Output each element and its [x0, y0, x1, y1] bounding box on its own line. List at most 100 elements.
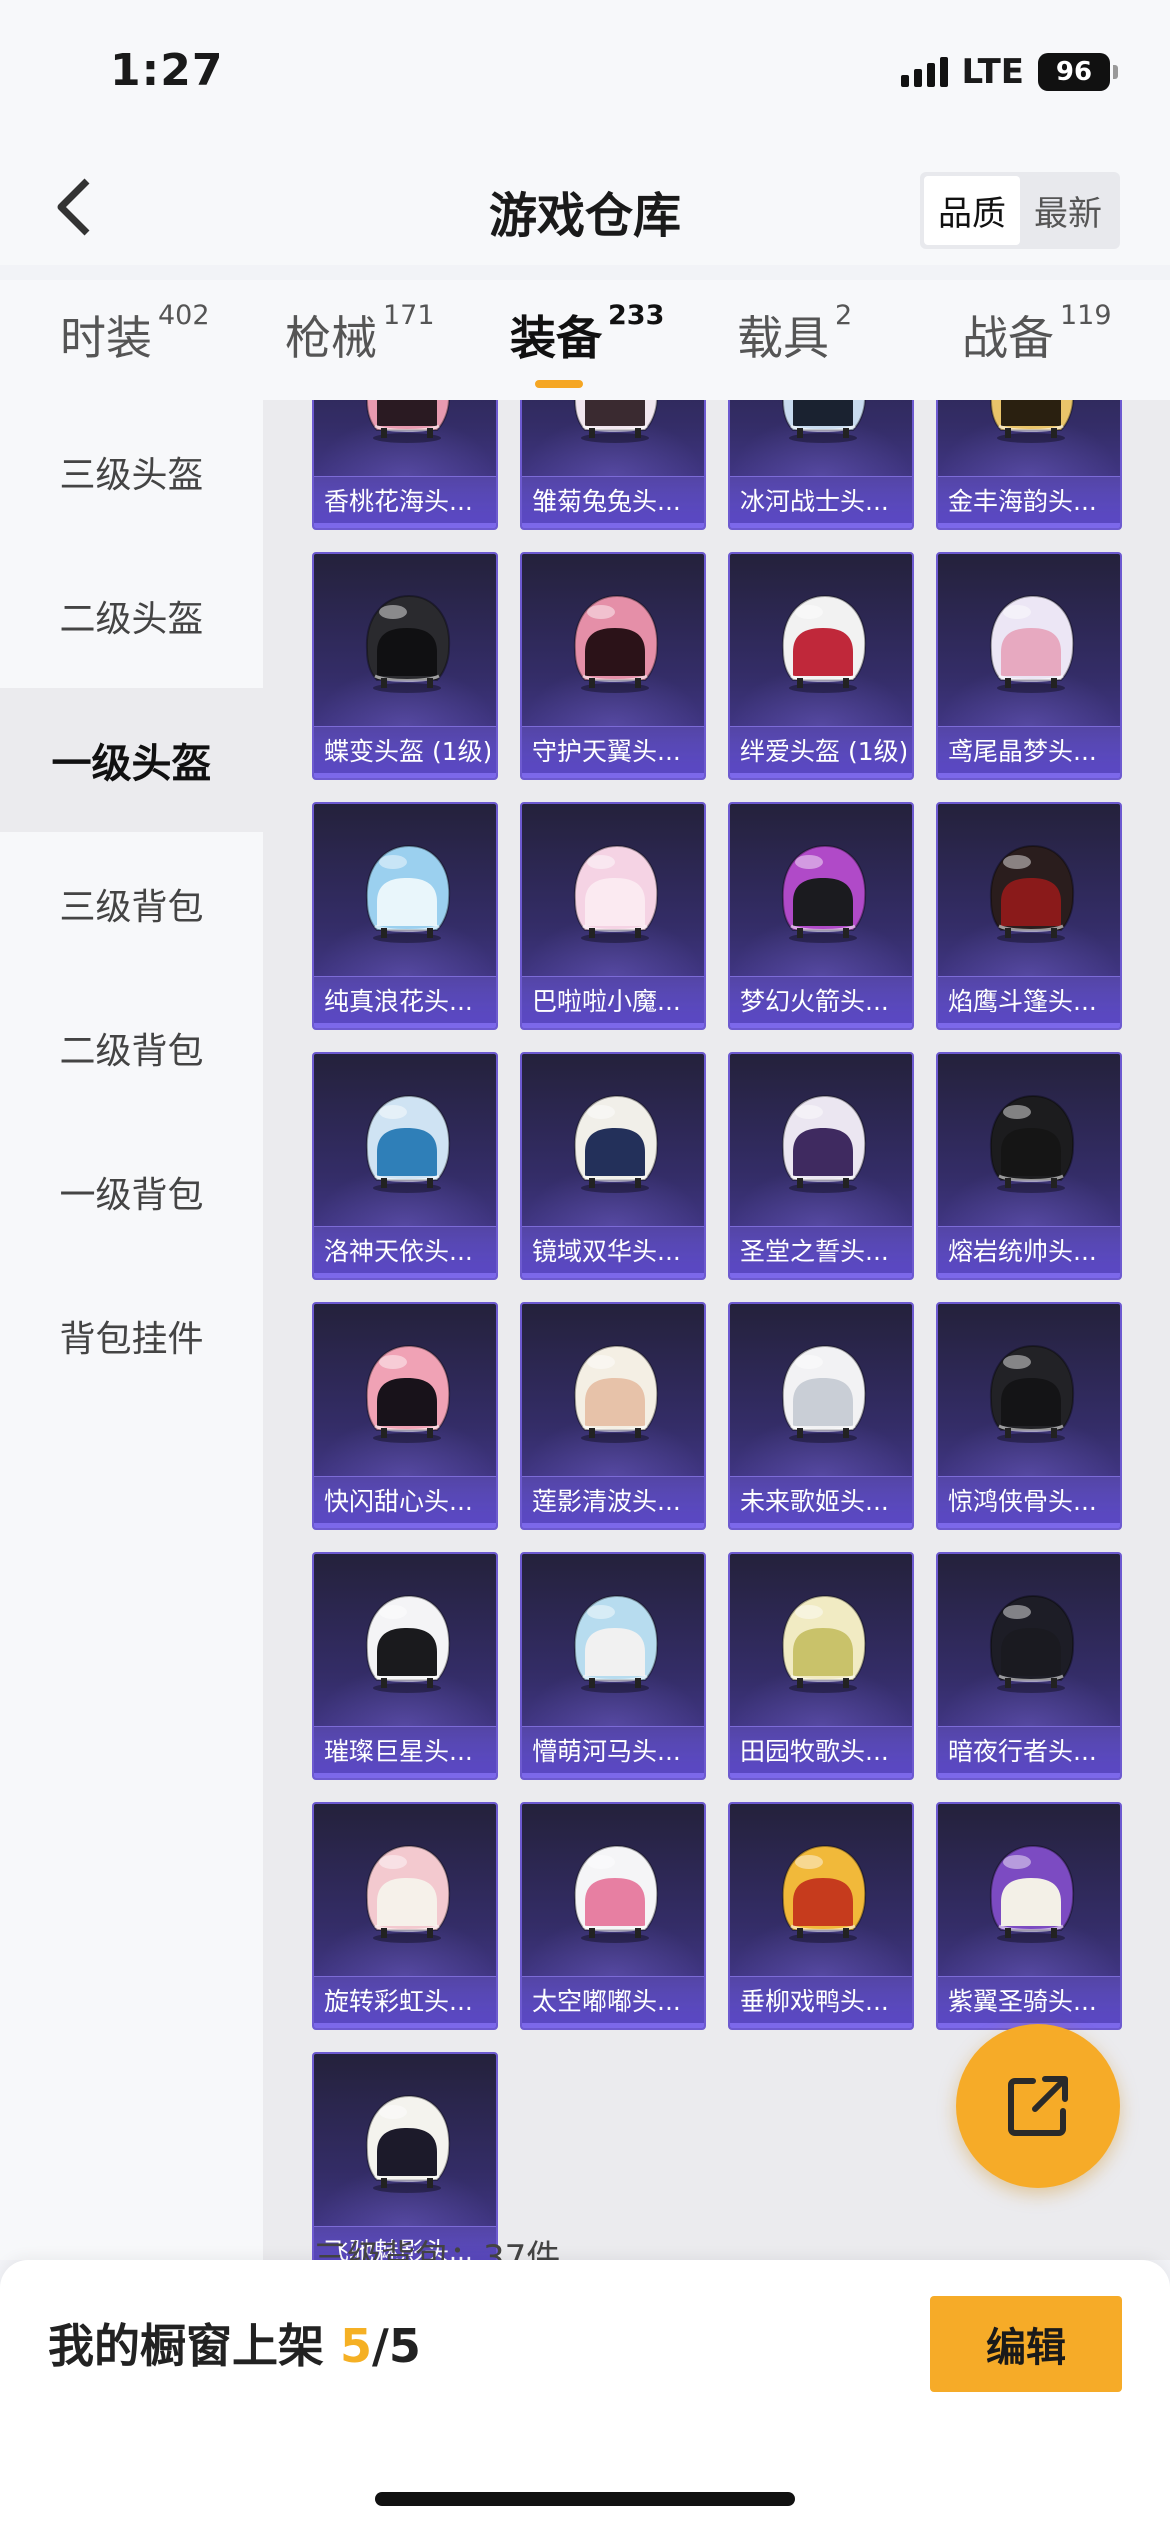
card-rarity-line: [938, 523, 1120, 528]
helmet-icon: [781, 1594, 867, 1693]
item-name: 熔岩统帅头...: [948, 1237, 1097, 1266]
tab-label: 战备: [962, 311, 1054, 365]
helmet-icon: [365, 1094, 451, 1193]
helmet-icon: [781, 1844, 867, 1943]
item-card[interactable]: 紫翼圣骑头...: [936, 1802, 1122, 2030]
helmet-icon: [989, 594, 1075, 693]
item-card[interactable]: 鸢尾晶梦头...: [936, 552, 1122, 780]
network-label: LTE: [961, 52, 1024, 92]
sort-option-quality[interactable]: 品质: [924, 176, 1020, 245]
item-card[interactable]: 惊鸿侠骨头...: [936, 1302, 1122, 1530]
item-card[interactable]: 暗夜行者头...: [936, 1552, 1122, 1780]
item-card[interactable]: 镜域双华头...: [520, 1052, 706, 1280]
item-card[interactable]: 璀璨巨星头...: [312, 1552, 498, 1780]
tab-fashion[interactable]: 时装 402: [60, 300, 210, 368]
item-card[interactable]: 圣堂之誓头...: [728, 1052, 914, 1280]
item-card[interactable]: 守护天翼头...: [520, 552, 706, 780]
item-name: 镜域双华头...: [532, 1237, 681, 1266]
helmet-icon: [573, 1844, 659, 1943]
item-name: 纯真浪花头...: [324, 987, 473, 1016]
item-name: 守护天翼头...: [532, 737, 681, 766]
item-card[interactable]: 懵萌河马头...: [520, 1552, 706, 1780]
item-card[interactable]: 田园牧歌头...: [728, 1552, 914, 1780]
sort-option-newest[interactable]: 最新: [1020, 176, 1116, 245]
helmet-icon: [573, 1344, 659, 1443]
helmet-icon: [365, 400, 450, 443]
sort-toggle: 品质 最新: [920, 172, 1120, 249]
item-name: 雏菊兔兔头...: [532, 487, 681, 516]
showcase-panel: 我的橱窗上架 5/5 编辑: [0, 2260, 1170, 2532]
item-name: 垂柳戏鸭头...: [740, 1987, 889, 2016]
item-name: 旋转彩虹头...: [324, 1987, 473, 2016]
card-rarity-line: [522, 1023, 704, 1028]
tab-supplies[interactable]: 战备 119: [962, 300, 1112, 368]
card-rarity-line: [730, 523, 912, 528]
sidebar-item-level2-helmet[interactable]: 二级头盔: [0, 544, 263, 688]
item-card[interactable]: 莲影清波头...: [520, 1302, 706, 1530]
item-name: 焰鹰斗篷头...: [948, 987, 1097, 1016]
item-name: 暗夜行者头...: [948, 1737, 1097, 1766]
helmet-icon: [989, 1094, 1075, 1193]
edit-button[interactable]: 编辑: [930, 2296, 1122, 2392]
sidebar-item-level1-helmet[interactable]: 一级头盔: [0, 688, 263, 832]
helmet-icon: [573, 400, 658, 443]
helmet-icon: [365, 1344, 451, 1443]
helmet-icon: [365, 1594, 451, 1693]
item-card[interactable]: 蝶变头盔 (1级): [312, 552, 498, 780]
item-name: 太空嘟嘟头...: [532, 1987, 681, 2016]
item-card[interactable]: 熔岩统帅头...: [936, 1052, 1122, 1280]
helmet-icon: [573, 844, 659, 943]
tab-firearms[interactable]: 枪械 171: [285, 300, 435, 368]
next-section-header: 三级背包：37件: [313, 2238, 561, 2260]
showcase-total: /5: [372, 2319, 421, 2373]
status-bar: 1:27 LTE 96: [0, 0, 1170, 150]
item-card[interactable]: 垂柳戏鸭头...: [728, 1802, 914, 2030]
status-time: 1:27: [110, 45, 224, 96]
item-card[interactable]: 香桃花海头...: [312, 400, 498, 530]
helmet-icon: [365, 594, 451, 693]
helmet-icon: [573, 1594, 659, 1693]
item-name: 鸢尾晶梦头...: [948, 737, 1097, 766]
helmet-icon: [365, 844, 451, 943]
signal-icon: [900, 57, 948, 87]
item-card[interactable]: 冰河战士头...: [728, 400, 914, 530]
item-card[interactable]: 太空嘟嘟头...: [520, 1802, 706, 2030]
sidebar-item-level3-helmet[interactable]: 三级头盔: [0, 400, 263, 544]
tab-equipment[interactable]: 装备 233: [510, 300, 664, 368]
item-name: 巴啦啦小魔...: [532, 987, 681, 1016]
card-rarity-line: [522, 1773, 704, 1778]
item-card[interactable]: 金丰海韵头...: [936, 400, 1122, 530]
tab-count: 2: [835, 300, 853, 331]
category-tabs: 时装 402 枪械 171 装备 233 载具 2 战备 119: [0, 280, 1170, 400]
item-name: 洛神天依头...: [324, 1237, 473, 1266]
tab-label: 时装: [60, 311, 152, 365]
tab-vehicles[interactable]: 载具 2: [737, 300, 853, 368]
card-rarity-line: [522, 2023, 704, 2028]
item-card[interactable]: 旋转彩虹头...: [312, 1802, 498, 2030]
sidebar-item-level3-backpack[interactable]: 三级背包: [0, 832, 263, 976]
card-rarity-line: [314, 1773, 496, 1778]
card-rarity-line: [314, 2023, 496, 2028]
item-card[interactable]: 洛神天依头...: [312, 1052, 498, 1280]
item-card[interactable]: 飞驰魅影头...: [312, 2052, 498, 2260]
item-card[interactable]: 巴啦啦小魔...: [520, 802, 706, 1030]
card-rarity-line: [522, 1523, 704, 1528]
item-card[interactable]: 绊爱头盔 (1级): [728, 552, 914, 780]
item-card[interactable]: 焰鹰斗篷头...: [936, 802, 1122, 1030]
item-card[interactable]: 快闪甜心头...: [312, 1302, 498, 1530]
sidebar-item-level2-backpack[interactable]: 二级背包: [0, 976, 263, 1120]
sidebar-item-backpack-charm[interactable]: 背包挂件: [0, 1264, 263, 1408]
battery-icon: 96: [1038, 53, 1118, 91]
item-card[interactable]: 未来歌姬头...: [728, 1302, 914, 1530]
card-rarity-line: [314, 1273, 496, 1278]
item-card[interactable]: 梦幻火箭头...: [728, 802, 914, 1030]
item-name: 快闪甜心头...: [324, 1487, 473, 1516]
item-card[interactable]: 纯真浪花头...: [312, 802, 498, 1030]
item-card[interactable]: 雏菊兔兔头...: [520, 400, 706, 530]
card-rarity-line: [730, 1273, 912, 1278]
tab-count: 119: [1060, 300, 1112, 331]
item-name: 未来歌姬头...: [740, 1487, 889, 1516]
sidebar-item-level1-backpack[interactable]: 一级背包: [0, 1120, 263, 1264]
item-name: 紫翼圣骑头...: [948, 1987, 1097, 2016]
share-button[interactable]: [956, 2024, 1120, 2188]
